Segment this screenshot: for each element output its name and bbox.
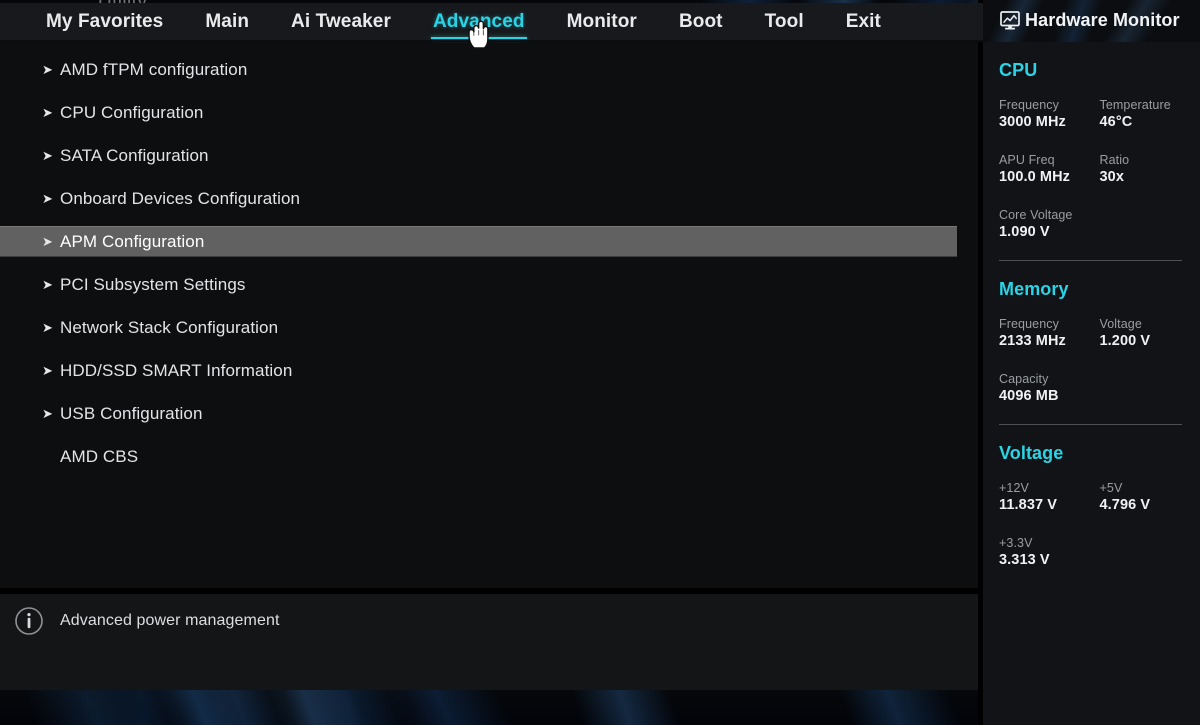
hardware-monitor-sections: CPU Frequency 3000 MHz Temperature 46°C APU F…	[999, 60, 1200, 570]
hw-row: +3.3V 3.313 V	[999, 535, 1200, 570]
menu-item-label: AMD CBS	[60, 446, 139, 466]
nav-tab-advanced[interactable]: Advanced	[430, 10, 527, 39]
hw-row: Frequency 2133 MHz Voltage 1.200 V	[999, 316, 1200, 351]
main-content-panel: ➤ AMD fTPM configuration ➤ CPU Configuratio…	[0, 42, 983, 588]
hw-section-divider	[999, 260, 1182, 261]
info-circle-icon	[15, 607, 43, 635]
nav-tab-main[interactable]: Main	[205, 10, 249, 34]
chevron-right-icon: ➤	[42, 105, 53, 120]
hw-row: Frequency 3000 MHz Temperature 46°C	[999, 97, 1200, 132]
menu-item-apm-configuration[interactable]: ➤ APM Configuration	[0, 226, 957, 257]
menu-item-label: PCI Subsystem Settings	[60, 274, 246, 294]
nav-tab-boot[interactable]: Boot	[679, 10, 723, 34]
hw-row: +12V 11.837 V +5V 4.796 V	[999, 480, 1200, 515]
hw-metric-label: Frequency	[999, 98, 1059, 112]
menu-item-label: Network Stack Configuration	[60, 317, 279, 337]
menu-item-amd-cbs[interactable]: AMD CBS	[0, 441, 983, 472]
advanced-menu-list: ➤ AMD fTPM configuration ➤ CPU Configuratio…	[0, 42, 983, 472]
nav-tab-exit[interactable]: Exit	[846, 10, 881, 34]
hw-metric-value: 46°C	[1099, 114, 1133, 130]
hw-row: Core Voltage 1.090 V	[999, 207, 1200, 242]
hw-metric-value: 30x	[1099, 169, 1124, 185]
hw-metric: Frequency 3000 MHz	[999, 97, 1100, 132]
hw-metric: Capacity 4096 MB	[999, 371, 1200, 406]
hw-metric: Ratio 30x	[1100, 152, 1200, 187]
hw-metric-label: +12V	[999, 481, 1029, 495]
chevron-right-icon: ➤	[42, 277, 53, 292]
hardware-monitor-panel: Hardware Monitor CPU Frequency 3000 MHz Tem…	[983, 0, 1200, 725]
menu-item-label: CPU Configuration	[60, 102, 204, 122]
menu-item-cpu-configuration[interactable]: ➤ CPU Configuration	[0, 97, 983, 128]
hw-metric: Temperature 46°C	[1100, 97, 1200, 132]
menu-item-onboard-devices-configuration[interactable]: ➤ Onboard Devices Configuration	[0, 183, 983, 214]
hw-section-heading-memory: Memory	[999, 279, 1069, 299]
hw-metric-label: Ratio	[1099, 153, 1130, 167]
hw-section-divider	[999, 424, 1182, 425]
menu-item-label: HDD/SSD SMART Information	[60, 360, 293, 380]
hw-metric-label: Capacity	[999, 372, 1049, 386]
menu-item-amd-ftpm-configuration[interactable]: ➤ AMD fTPM configuration	[0, 54, 983, 85]
chevron-right-icon: ➤	[42, 363, 53, 378]
hw-metric-value: 4096 MB	[999, 388, 1059, 404]
menu-item-label: SATA Configuration	[60, 145, 209, 165]
hw-metric-value: 11.837 V	[999, 497, 1058, 513]
menu-item-pci-subsystem-settings[interactable]: ➤ PCI Subsystem Settings	[0, 269, 983, 300]
menu-item-usb-configuration[interactable]: ➤ USB Configuration	[0, 398, 983, 429]
nav-bar-underline	[0, 40, 983, 42]
hw-metric: APU Freq 100.0 MHz	[999, 152, 1100, 187]
menu-item-hdd-ssd-smart-information[interactable]: ➤ HDD/SSD SMART Information	[0, 355, 983, 386]
hw-metric: Voltage 1.200 V	[1100, 316, 1200, 351]
hw-metric-label: Temperature	[1099, 98, 1171, 112]
hw-metric-value: 3000 MHz	[999, 114, 1066, 130]
hw-metric-value: 2133 MHz	[999, 333, 1066, 349]
hw-metric: Frequency 2133 MHz	[999, 316, 1100, 351]
hw-metric-label: +3.3V	[999, 536, 1033, 550]
menu-item-label: Onboard Devices Configuration	[60, 188, 301, 208]
nav-tab-tool[interactable]: Tool	[765, 10, 804, 34]
bios-screen: Utility My FavoritesMainAi TweakerAdvanc…	[0, 0, 1200, 725]
chevron-right-icon: ➤	[42, 148, 53, 163]
hardware-monitor-title: Hardware Monitor	[1025, 9, 1180, 30]
menu-item-label: APM Configuration	[60, 231, 205, 251]
chevron-right-icon: ➤	[42, 320, 53, 335]
hw-metric: +12V 11.837 V	[999, 480, 1100, 515]
menu-item-label: USB Configuration	[60, 403, 203, 423]
hw-metric-label: Core Voltage	[999, 208, 1073, 222]
hw-metric-label: Frequency	[999, 317, 1059, 331]
menu-item-label: AMD fTPM configuration	[60, 59, 248, 79]
info-bar-text: Advanced power management	[60, 612, 280, 629]
hw-metric-value: 1.200 V	[1099, 333, 1151, 349]
hw-metric-value: 4.796 V	[1099, 497, 1151, 513]
menu-item-network-stack-configuration[interactable]: ➤ Network Stack Configuration	[0, 312, 983, 343]
nav-tab-monitor[interactable]: Monitor	[567, 10, 637, 34]
hw-metric-label: +5V	[1099, 481, 1123, 495]
hw-row: Capacity 4096 MB	[999, 371, 1200, 406]
hw-metric-label: APU Freq	[999, 153, 1055, 167]
menu-item-sata-configuration[interactable]: ➤ SATA Configuration	[0, 140, 983, 171]
nav-tab-ai-tweaker[interactable]: Ai Tweaker	[291, 10, 391, 34]
chevron-right-icon: ➤	[42, 191, 53, 206]
hw-metric-value: 3.313 V	[999, 552, 1050, 568]
hw-section-heading-voltage: Voltage	[999, 443, 1064, 463]
nav-tab-my-favorites[interactable]: My Favorites	[46, 10, 163, 34]
hw-metric: Core Voltage 1.090 V	[999, 207, 1200, 242]
hw-row: APU Freq 100.0 MHz Ratio 30x	[999, 152, 1200, 187]
hardware-monitor-title-row: Hardware Monitor	[999, 0, 1200, 40]
main-nav-bar: My Favorites Main Ai Tweaker Advanced Monito…	[0, 3, 983, 40]
hw-metric-value: 100.0 MHz	[999, 169, 1071, 185]
chevron-right-icon: ➤	[42, 234, 53, 249]
chevron-right-icon: ➤	[42, 406, 53, 421]
chevron-right-icon: ➤	[42, 62, 53, 77]
hw-metric-label: Voltage	[1099, 317, 1142, 331]
hw-metric: +3.3V 3.313 V	[999, 535, 1200, 570]
hw-metric: +5V 4.796 V	[1100, 480, 1200, 515]
hw-metric-value: 1.090 V	[999, 224, 1050, 240]
hw-section-heading-cpu: CPU	[999, 60, 1038, 80]
info-bar: Advanced power management	[0, 594, 983, 690]
hardware-monitor-icon	[1000, 11, 1020, 30]
